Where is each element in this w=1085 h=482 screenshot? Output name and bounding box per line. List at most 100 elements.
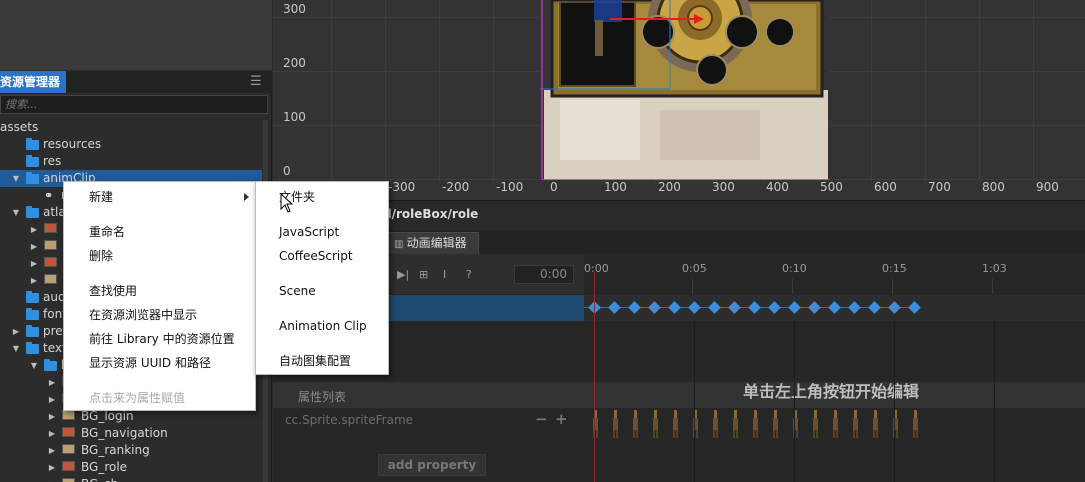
menu-item-show-in-explorer[interactable]: 在资源浏览器中显示 xyxy=(64,304,255,326)
expand-arrow-icon[interactable]: ▶ xyxy=(29,255,39,272)
tree-item[interactable]: res xyxy=(0,153,262,170)
submenu-item-animation-clip[interactable]: Animation Clip xyxy=(256,315,388,337)
sprite-frame-thumbnail[interactable] xyxy=(750,406,760,440)
add-event-icon[interactable]: I xyxy=(443,268,446,281)
sprite-frame-thumbnail[interactable] xyxy=(810,406,820,440)
keyframe-marker[interactable] xyxy=(688,301,701,314)
submenu-item-javascript[interactable]: JavaScript xyxy=(256,221,388,243)
sprite-frame-thumbnail[interactable] xyxy=(610,406,620,440)
expand-arrow-icon[interactable]: ▶ xyxy=(47,425,57,442)
sprite-frame-thumbnail[interactable] xyxy=(630,406,640,440)
folder-icon xyxy=(26,342,39,354)
menu-item-new[interactable]: 新建 xyxy=(64,186,255,208)
sprite-frame-thumbnail[interactable] xyxy=(590,406,600,440)
submenu-item-folder[interactable]: 文件夹 xyxy=(256,186,388,208)
expand-arrow-icon[interactable]: ▶ xyxy=(29,272,39,289)
help-icon[interactable]: ? xyxy=(466,268,472,281)
submenu-item-scene[interactable]: Scene xyxy=(256,280,388,302)
keyframe-marker[interactable] xyxy=(648,301,661,314)
assets-tabbar: 资源管理器 ☰ xyxy=(0,71,272,93)
tab-assets[interactable]: 资源管理器 xyxy=(0,71,66,93)
timeline-ruler[interactable]: 0:00 0:05 0:10 0:15 1:03 xyxy=(584,254,1085,294)
expand-arrow-icon[interactable]: ▶ xyxy=(11,323,21,340)
expand-arrow-icon[interactable]: ▶ xyxy=(47,442,57,459)
sprite-frame-thumbnail[interactable] xyxy=(670,406,680,440)
sprite-frame-thumbnail[interactable] xyxy=(890,406,900,440)
keyframe-track[interactable] xyxy=(584,295,1085,321)
add-keyframe-button[interactable]: + xyxy=(555,410,568,428)
tree-item-label: BG_sh... xyxy=(81,476,130,482)
menu-item-find-usages[interactable]: 查找使用 xyxy=(64,280,255,302)
keyframe-marker[interactable] xyxy=(768,301,781,314)
sprite-frame-thumbnail[interactable] xyxy=(730,406,740,440)
tree-item[interactable]: assets xyxy=(0,119,262,136)
ruler-tick xyxy=(892,279,893,294)
sprite-frame-thumbnail[interactable] xyxy=(830,406,840,440)
expand-arrow-icon[interactable]: ▶ xyxy=(47,408,57,425)
submenu-item-auto-atlas[interactable]: 自动图集配置 xyxy=(256,350,388,372)
sprite-frame-thumbnail[interactable] xyxy=(870,406,880,440)
sprite-frame-thumbnail[interactable] xyxy=(690,406,700,440)
keyframe-marker[interactable] xyxy=(608,301,621,314)
sprite-frame-thumbnail[interactable] xyxy=(770,406,780,440)
image-thumbnail-icon xyxy=(44,274,57,284)
tree-item[interactable]: resources xyxy=(0,136,262,153)
keyframe-marker[interactable] xyxy=(808,301,821,314)
keyframe-marker[interactable] xyxy=(708,301,721,314)
keyframe-marker[interactable] xyxy=(788,301,801,314)
sprite-frame-thumbnail[interactable] xyxy=(710,406,720,440)
playhead[interactable] xyxy=(594,272,595,482)
collapse-arrow-icon[interactable]: ▼ xyxy=(11,204,21,221)
expand-arrow-icon[interactable]: ▶ xyxy=(29,221,39,238)
grid-line xyxy=(1033,0,1034,182)
add-property-button[interactable]: add property xyxy=(378,454,486,476)
tab-animation-editor[interactable]: ▥ 动画编辑器 xyxy=(387,232,479,254)
image-thumbnail-icon xyxy=(44,240,57,250)
add-keyframe-icon[interactable]: ⊞ xyxy=(419,268,428,281)
sprite-frame-thumbnail[interactable] xyxy=(850,406,860,440)
expand-arrow-icon[interactable]: ▶ xyxy=(47,459,57,476)
submenu-item-coffeescript[interactable]: CoffeeScript xyxy=(256,245,388,267)
keyframe-marker[interactable] xyxy=(908,301,921,314)
expand-arrow-icon[interactable]: ▶ xyxy=(47,391,57,408)
tree-item[interactable]: ▶ BG_ranking xyxy=(0,442,262,459)
expand-arrow-icon[interactable]: ▶ xyxy=(47,374,57,391)
keyframe-marker[interactable] xyxy=(668,301,681,314)
keyframe-marker[interactable] xyxy=(748,301,761,314)
hamburger-menu-icon[interactable]: ☰ xyxy=(250,75,264,89)
y-axis-tick: 0 xyxy=(283,164,291,178)
sprite-frame-thumbnail[interactable] xyxy=(650,406,660,440)
tree-item[interactable]: ▶ BG_sh... xyxy=(0,476,262,482)
x-axis-tick: 0 xyxy=(550,180,558,194)
collapse-arrow-icon[interactable]: ▼ xyxy=(11,170,21,187)
keyframe-marker[interactable] xyxy=(848,301,861,314)
menu-item-go-to-library[interactable]: 前往 Library 中的资源位置 xyxy=(64,328,255,350)
keyframe-marker[interactable] xyxy=(888,301,901,314)
collapse-arrow-icon[interactable]: ▼ xyxy=(11,340,21,357)
tree-item[interactable]: ▶ BG_navigation xyxy=(0,425,262,442)
image-thumbnail-icon xyxy=(62,478,75,482)
expand-arrow-icon[interactable]: ▶ xyxy=(29,238,39,255)
tree-item-label: BG_navigation xyxy=(81,426,168,440)
current-time-field[interactable]: 0:00 xyxy=(514,265,574,284)
expand-arrow-icon[interactable]: ▶ xyxy=(47,476,57,482)
tree-item[interactable]: ▶ BG_role xyxy=(0,459,262,476)
keyframe-marker[interactable] xyxy=(628,301,641,314)
menu-item-show-uuid[interactable]: 显示资源 UUID 和路径 xyxy=(64,352,255,374)
scene-role-sprite[interactable] xyxy=(540,0,830,180)
tree-item-label: resources xyxy=(43,137,102,151)
menu-item-delete[interactable]: 删除 xyxy=(64,245,255,267)
keyframe-marker[interactable] xyxy=(868,301,881,314)
ruler-label: 0:10 xyxy=(782,262,807,275)
sprite-frame-thumbnail[interactable] xyxy=(790,406,800,440)
remove-property-button[interactable]: − xyxy=(535,410,548,428)
sprite-frame-thumbnail[interactable] xyxy=(910,406,920,440)
keyframe-marker[interactable] xyxy=(728,301,741,314)
x-axis-tick: 800 xyxy=(982,180,1005,194)
menu-item-rename[interactable]: 重命名 xyxy=(64,221,255,243)
keyframe-marker[interactable] xyxy=(828,301,841,314)
collapse-arrow-icon[interactable]: ▼ xyxy=(29,357,39,374)
scene-view[interactable]: 300 200 100 0 -300 -200 -100 0 100 200 300 400 500 60… xyxy=(273,0,1085,200)
jump-to-end-icon[interactable]: ▶| xyxy=(397,268,409,281)
asset-search-input[interactable] xyxy=(0,95,268,114)
